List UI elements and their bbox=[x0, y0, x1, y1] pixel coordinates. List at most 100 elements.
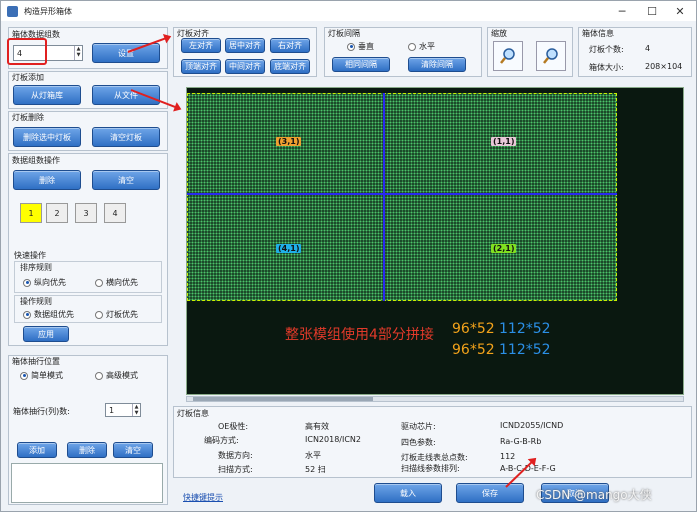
close-icon[interactable]: ✕ bbox=[665, 1, 695, 21]
radio-icon bbox=[95, 371, 103, 380]
op-group-first-radio[interactable]: 数据组优先 bbox=[23, 309, 74, 320]
info-key: 扫描线参数排列: bbox=[401, 464, 460, 473]
zoom-out-icon bbox=[543, 48, 558, 64]
watermark: CSDN @mango大侠 bbox=[536, 488, 652, 502]
dims-left-1: 96*52 bbox=[452, 321, 495, 337]
advanced-mode-label: 高级模式 bbox=[106, 371, 138, 380]
op-group-first-label: 数据组优先 bbox=[34, 310, 74, 319]
align-middle-button[interactable]: 中间对齐 bbox=[225, 59, 265, 74]
clear-panels-button[interactable]: 清空灯板 bbox=[92, 127, 160, 147]
canvas-note: 整张模组使用4部分拼接 bbox=[285, 327, 434, 343]
gap-vertical-radio[interactable]: 垂直 bbox=[347, 41, 374, 52]
advanced-mode-radio[interactable]: 高级模式 bbox=[95, 370, 138, 381]
order-clear-button[interactable]: 清空 bbox=[113, 442, 153, 458]
align-right-button[interactable]: 右对齐 bbox=[270, 38, 310, 53]
info-key: 扫描方式: bbox=[218, 465, 253, 474]
op-panel-first-label: 灯板优先 bbox=[106, 310, 138, 319]
align-center-button[interactable]: 居中对齐 bbox=[225, 38, 265, 53]
set-group-button[interactable]: 设置 bbox=[92, 43, 160, 63]
order-title: 箱体抽行位置 bbox=[12, 357, 60, 366]
panel-tag-1-1[interactable]: (1,1) bbox=[491, 137, 517, 146]
from-file-button[interactable]: 从文件 bbox=[92, 85, 160, 105]
row-count-value: 1 bbox=[109, 405, 115, 415]
row-count-spinner[interactable]: ▲ ▼ bbox=[132, 404, 140, 416]
sort-rule-title: 排序规则 bbox=[20, 263, 52, 272]
align-bottom-button[interactable]: 底端对齐 bbox=[270, 59, 310, 74]
row-count-input[interactable]: 1 ▲ ▼ bbox=[105, 403, 141, 417]
radio-icon bbox=[95, 310, 103, 319]
order-panel: 箱体抽行位置 简单模式 高级模式 箱体抽行(列)数: 1 ▲ ▼ 添加 删除 清空 bbox=[8, 355, 168, 505]
panel-info-panel: 灯板信息 OE极性: 高有效 编码方式: ICN2018/ICN2 数据方向: … bbox=[173, 406, 692, 478]
canvas-scrollbar[interactable] bbox=[186, 396, 684, 402]
order-list[interactable] bbox=[11, 463, 163, 503]
panel-delete-panel: 灯板删除 删除选中灯板 清空灯板 bbox=[8, 111, 168, 151]
info-value: ICN2018/ICN2 bbox=[305, 435, 362, 444]
info-key: 灯板走线表总点数: bbox=[401, 453, 468, 462]
info-key: 编码方式: bbox=[204, 436, 239, 445]
align-top-button[interactable]: 顶端对齐 bbox=[181, 59, 221, 74]
from-lib-button[interactable]: 从灯箱库 bbox=[13, 85, 81, 105]
sort-rule-group: 排序规则 纵向优先 横向优先 bbox=[14, 261, 162, 293]
maximize-icon[interactable]: ☐ bbox=[637, 1, 667, 21]
radio-selected-icon bbox=[23, 278, 31, 287]
quick-op-title: 快速操作 bbox=[14, 251, 46, 260]
group-clear-button[interactable]: 清空 bbox=[92, 170, 160, 190]
minimize-icon[interactable]: ─ bbox=[607, 1, 637, 21]
panel-tag-4-1[interactable]: (4,1) bbox=[276, 244, 302, 253]
op-panel-first-radio[interactable]: 灯板优先 bbox=[95, 309, 138, 320]
radio-selected-icon bbox=[347, 42, 355, 51]
panel-count-label: 灯板个数: bbox=[589, 45, 624, 54]
box-info-title: 箱体信息 bbox=[582, 29, 614, 38]
info-key: 数据方向: bbox=[218, 451, 253, 460]
scrollbar-thumb[interactable] bbox=[193, 397, 373, 401]
app-icon bbox=[7, 5, 18, 17]
main-window: 构造异形箱体 ─ ☐ ✕ 箱体数据组数 4 ▲ ▼ 设置 灯板添加 从灯箱库 从文… bbox=[0, 0, 697, 512]
delete-selected-button[interactable]: 删除选中灯板 bbox=[13, 127, 81, 147]
same-gap-button[interactable]: 相同间隔 bbox=[332, 57, 390, 72]
group-delete-button[interactable]: 删除 bbox=[13, 170, 81, 190]
shortcut-link[interactable]: 快捷键提示 bbox=[183, 492, 223, 503]
led-panel-area[interactable] bbox=[187, 93, 617, 301]
data-group-panel: 数据组数操作 删除 清空 1 2 3 4 快速操作 排序规则 纵向优先 横向优先… bbox=[8, 153, 168, 346]
group-count-spinner[interactable]: ▲ ▼ bbox=[74, 46, 82, 60]
zoom-out-button[interactable] bbox=[536, 41, 566, 71]
order-add-button[interactable]: 添加 bbox=[17, 442, 57, 458]
divider-horizontal bbox=[187, 193, 617, 195]
load-button[interactable]: 载入 bbox=[374, 483, 442, 503]
box-info-panel: 箱体信息 灯板个数: 4 箱体大小: 208×104 bbox=[578, 27, 692, 77]
panel-tag-3-1[interactable]: (3,1) bbox=[276, 137, 302, 146]
clear-gap-button[interactable]: 清除间隔 bbox=[408, 57, 466, 72]
group-num-3[interactable]: 3 bbox=[75, 203, 97, 223]
apply-button[interactable]: 应用 bbox=[23, 326, 69, 342]
info-value: 112 bbox=[500, 452, 516, 461]
info-value: 52 扫 bbox=[305, 465, 326, 474]
divider-vertical bbox=[383, 93, 385, 301]
info-value: 水平 bbox=[305, 451, 321, 460]
simple-mode-radio[interactable]: 简单模式 bbox=[20, 370, 63, 381]
sort-vertical-radio[interactable]: 纵向优先 bbox=[23, 277, 66, 288]
sort-vertical-label: 纵向优先 bbox=[34, 278, 66, 287]
sort-horizontal-radio[interactable]: 横向优先 bbox=[95, 277, 138, 288]
gap-title: 灯板间隔 bbox=[328, 29, 360, 38]
info-value: ICND2055/ICND bbox=[500, 421, 564, 430]
panel-info-title: 灯板信息 bbox=[177, 409, 209, 418]
info-key: 四色参数: bbox=[401, 438, 436, 447]
box-size-label: 箱体大小: bbox=[589, 63, 624, 72]
group-num-4[interactable]: 4 bbox=[104, 203, 126, 223]
simple-mode-label: 简单模式 bbox=[31, 371, 63, 380]
group-num-2[interactable]: 2 bbox=[46, 203, 68, 223]
radio-selected-icon bbox=[20, 371, 28, 380]
align-left-button[interactable]: 左对齐 bbox=[181, 38, 221, 53]
gap-horizontal-radio[interactable]: 水平 bbox=[408, 41, 435, 52]
save-button[interactable]: 保存 bbox=[456, 483, 524, 503]
group-num-1[interactable]: 1 bbox=[20, 203, 42, 223]
zoom-in-button[interactable] bbox=[493, 41, 523, 71]
info-key: OE极性: bbox=[218, 422, 249, 431]
window-title: 构造异形箱体 bbox=[24, 6, 72, 16]
order-delete-button[interactable]: 删除 bbox=[67, 442, 107, 458]
panel-delete-title: 灯板删除 bbox=[12, 113, 44, 122]
layout-canvas[interactable]: (3,1) (1,1) (4,1) (2,1) 整张模组使用4部分拼接 96*5… bbox=[186, 87, 684, 395]
panel-tag-2-1[interactable]: (2,1) bbox=[491, 244, 517, 253]
panel-add-title: 灯板添加 bbox=[12, 73, 44, 82]
dims-right-2: 112*52 bbox=[499, 342, 551, 358]
